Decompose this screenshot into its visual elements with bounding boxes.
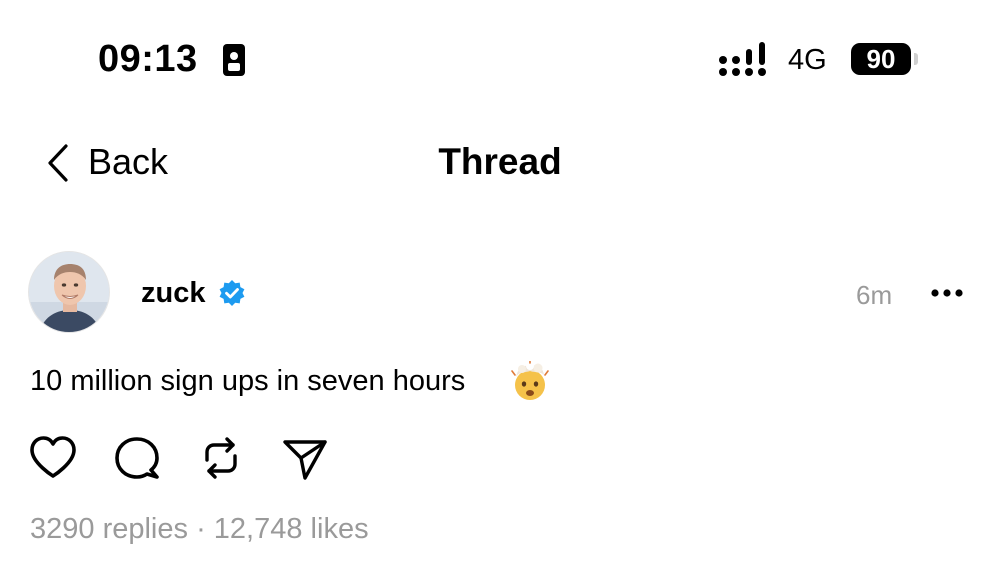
post-timestamp: 6m	[856, 280, 893, 310]
battery-level: 90	[866, 43, 896, 74]
status-time: 09:13	[98, 38, 198, 80]
repost-icon[interactable]	[195, 432, 247, 484]
id-badge-icon	[223, 44, 245, 76]
verified-badge-icon	[219, 280, 245, 306]
avatar[interactable]	[28, 251, 110, 333]
post-stats: 3290 replies · 12,748 likes	[30, 513, 369, 546]
battery-cap	[914, 53, 918, 65]
username[interactable]: zuck	[141, 277, 205, 310]
page-title: Thread	[438, 141, 562, 182]
battery-indicator: 90	[851, 43, 911, 75]
network-type: 4G	[788, 44, 827, 76]
send-share-icon[interactable]	[279, 432, 331, 484]
signal-strength-icon	[719, 42, 766, 76]
profile-photo	[29, 252, 109, 332]
exploding-head-icon	[511, 361, 549, 400]
like-heart-icon[interactable]	[27, 432, 79, 484]
stats-separator: ·	[196, 513, 206, 545]
likes-count[interactable]: 12,748 likes	[214, 513, 369, 545]
replies-count[interactable]: 3290 replies	[30, 513, 188, 545]
comment-bubble-icon[interactable]	[111, 432, 163, 484]
more-options-icon[interactable]	[930, 288, 964, 298]
post-text: 10 million sign ups in seven hours	[30, 365, 466, 397]
